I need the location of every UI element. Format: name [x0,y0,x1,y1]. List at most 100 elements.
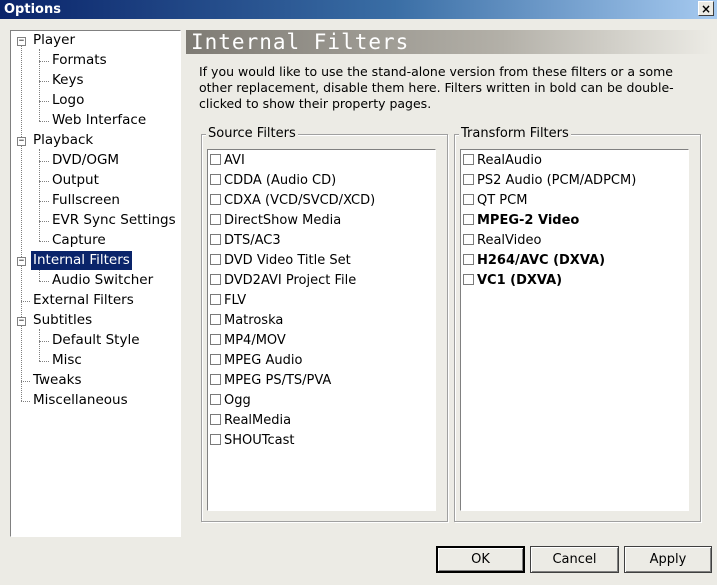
checkbox[interactable] [210,374,221,385]
filter-item[interactable]: RealVideo [463,231,541,251]
page-title: Internal Filters [191,30,410,54]
tree-connector [21,401,30,402]
tree-connector [39,101,49,102]
tree-item[interactable]: DVD/OGM [50,151,121,170]
tree-item[interactable]: Playback [31,131,95,150]
filter-label: FLV [224,293,247,308]
filter-item[interactable]: RealMedia [210,411,291,431]
checkbox[interactable] [210,294,221,305]
collapse-icon[interactable]: − [17,317,26,326]
filter-label: RealAudio [477,153,542,168]
filter-item[interactable]: CDDA (Audio CD) [210,171,336,191]
collapse-icon[interactable]: − [17,257,26,266]
cancel-button[interactable]: Cancel [530,546,619,573]
checkbox[interactable] [210,194,221,205]
checkbox[interactable] [463,254,474,265]
tree-item[interactable]: Default Style [50,331,142,350]
ok-button[interactable]: OK [436,546,525,573]
tree-connector [39,241,49,242]
close-button[interactable]: × [698,1,714,16]
filter-label: MPEG Audio [224,353,303,368]
filter-item[interactable]: DirectShow Media [210,211,341,231]
page-header: Internal Filters [186,30,713,54]
tree-item[interactable]: Output [50,171,101,190]
checkbox[interactable] [210,314,221,325]
tree-connector [39,361,49,362]
transform-filters-list[interactable]: RealAudio PS2 Audio (PCM/ADPCM) QT PCM MPEG… [460,149,689,511]
tree-guide [39,329,40,361]
filter-item[interactable]: RealAudio [463,151,542,171]
tree-item[interactable]: Subtitles [31,311,94,330]
checkbox[interactable] [210,254,221,265]
tree-item[interactable]: Tweaks [31,371,83,390]
checkbox[interactable] [210,434,221,445]
tree-item[interactable]: Miscellaneous [31,391,130,410]
filter-item[interactable]: Ogg [210,391,251,411]
checkbox[interactable] [463,194,474,205]
tree-connector [39,201,49,202]
apply-button[interactable]: Apply [624,546,712,573]
checkbox[interactable] [210,354,221,365]
tree-item[interactable]: Formats [50,51,109,70]
filter-item[interactable]: VC1 (DXVA) [463,271,562,291]
checkbox[interactable] [210,154,221,165]
filter-label: PS2 Audio (PCM/ADPCM) [477,173,637,188]
collapse-icon[interactable]: − [17,37,26,46]
tree-item[interactable]: External Filters [31,291,136,310]
checkbox[interactable] [210,214,221,225]
source-filters-list[interactable]: AVI CDDA (Audio CD) CDXA (VCD/SVCD/XCD) Dir… [207,149,436,511]
tree-connector [39,221,49,222]
filter-item[interactable]: MP4/MOV [210,331,286,351]
tree-item[interactable]: Keys [50,71,86,90]
tree-item[interactable]: Player [31,31,77,50]
tree-item[interactable]: Misc [50,351,84,370]
tree-item[interactable]: Web Interface [50,111,148,130]
tree-item[interactable]: Audio Switcher [50,271,155,290]
checkbox[interactable] [463,274,474,285]
tree-item[interactable]: Capture [50,231,108,250]
filter-item[interactable]: AVI [210,151,245,171]
filter-item[interactable]: SHOUTcast [210,431,295,451]
checkbox[interactable] [210,414,221,425]
checkbox[interactable] [210,334,221,345]
filter-item[interactable]: MPEG Audio [210,351,302,371]
filter-item[interactable]: PS2 Audio (PCM/ADPCM) [463,171,636,191]
checkbox[interactable] [463,234,474,245]
filter-label: Ogg [224,393,251,408]
filter-item[interactable]: FLV [210,291,246,311]
filter-item[interactable]: MPEG-2 Video [463,211,579,231]
tree-connector [39,81,49,82]
checkbox[interactable] [210,174,221,185]
tree-item[interactable]: Fullscreen [50,191,122,210]
checkbox[interactable] [463,154,474,165]
filter-label: SHOUTcast [224,433,295,448]
filter-label: VC1 (DXVA) [477,273,563,288]
tree-item[interactable]: EVR Sync Settings [50,211,178,230]
tree-connector [39,61,49,62]
filter-item[interactable]: Matroska [210,311,283,331]
filter-item[interactable]: H264/AVC (DXVA) [463,251,605,271]
filter-item[interactable]: MPEG PS/TS/PVA [210,371,331,391]
filter-label: H264/AVC (DXVA) [477,253,606,268]
checkbox[interactable] [463,214,474,225]
filter-item[interactable]: CDXA (VCD/SVCD/XCD) [210,191,375,211]
page-description: If you would like to use the stand-alone… [199,64,674,111]
filter-item[interactable]: DVD Video Title Set [210,251,351,271]
filter-label: CDDA (Audio CD) [224,173,337,188]
tree-item[interactable]: Internal Filters [31,251,132,270]
collapse-icon[interactable]: − [17,137,26,146]
source-filters-label: Source Filters [206,126,298,141]
checkbox[interactable] [210,234,221,245]
options-tree[interactable]: Player − Formats Keys Logo Web Interface Playb… [10,30,181,537]
filter-label: AVI [224,153,245,168]
tree-connector [21,381,30,382]
filter-item[interactable]: QT PCM [463,191,527,211]
checkbox[interactable] [463,174,474,185]
filter-item[interactable]: DVD2AVI Project File [210,271,356,291]
filter-item[interactable]: DTS/AC3 [210,231,281,251]
tree-item[interactable]: Logo [50,91,86,110]
checkbox[interactable] [210,394,221,405]
checkbox[interactable] [210,274,221,285]
filter-label: RealMedia [224,413,292,428]
title-bar: Options × [0,0,717,19]
